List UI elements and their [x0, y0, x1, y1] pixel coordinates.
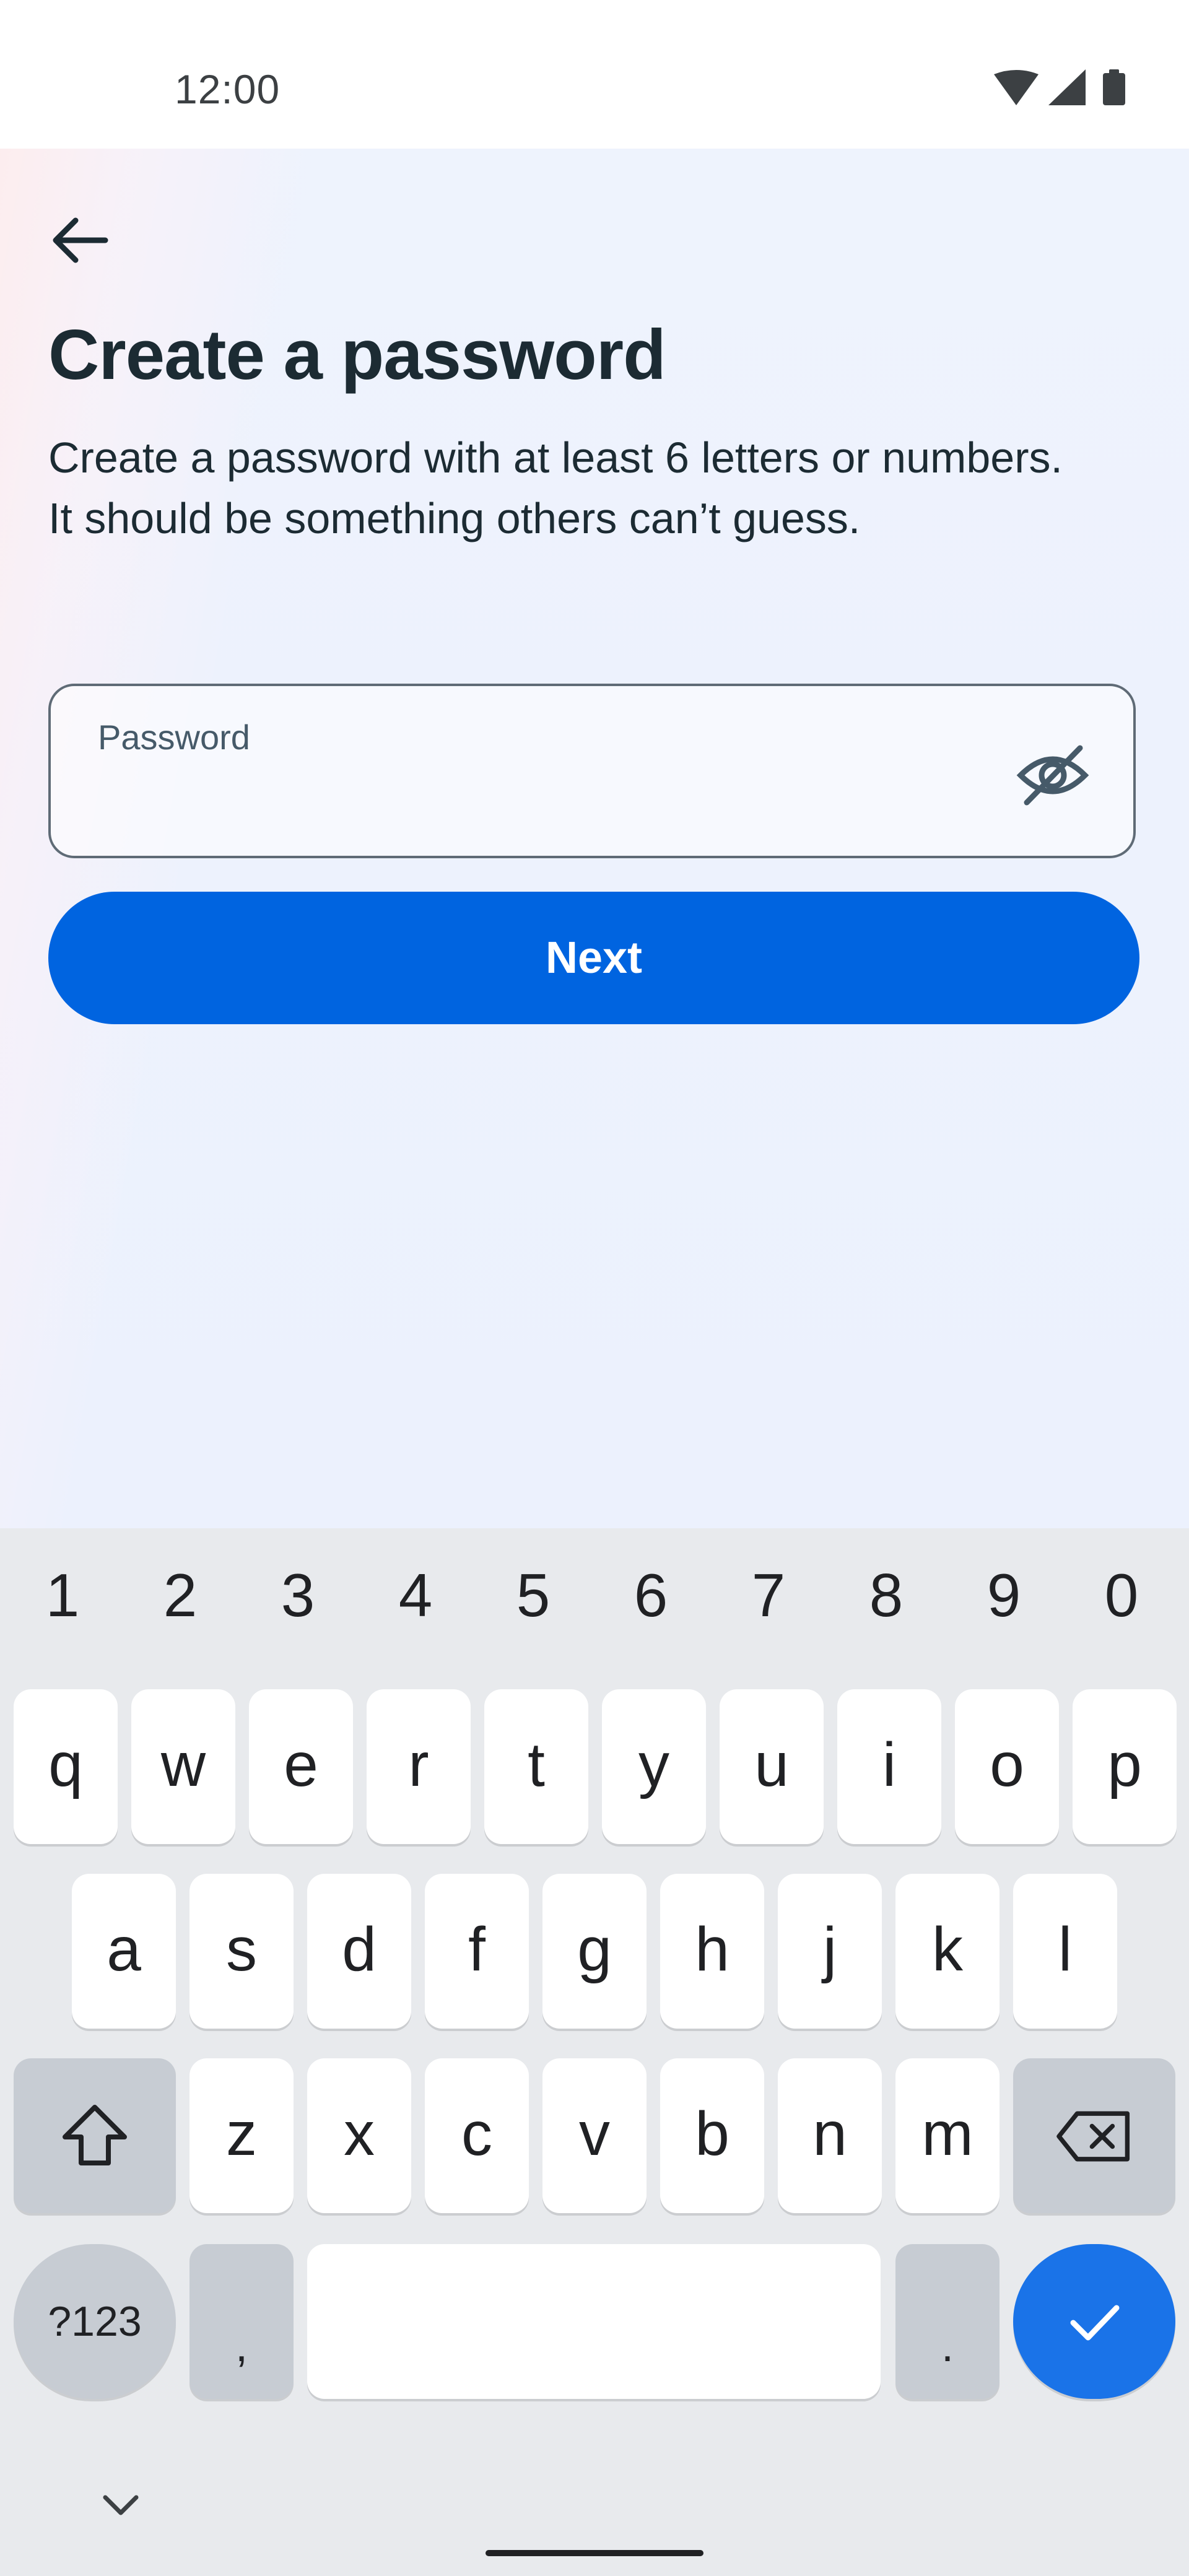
key-w[interactable]: w	[131, 1689, 235, 1844]
key-e[interactable]: e	[249, 1689, 353, 1844]
key-k[interactable]: k	[895, 1874, 1000, 2029]
key-l[interactable]: l	[1013, 1874, 1117, 2029]
key-m[interactable]: m	[895, 2058, 1000, 2213]
key-n[interactable]: n	[778, 2058, 882, 2213]
key-t[interactable]: t	[484, 1689, 588, 1844]
keyboard: 1 2 3 4 5 6 7 8 9 0 q w e r t y u i o p …	[0, 1528, 1189, 2576]
page-title: Create a password	[48, 316, 666, 394]
key-0[interactable]: 0	[1063, 1560, 1180, 1630]
key-x[interactable]: x	[307, 2058, 411, 2213]
comma-key[interactable]: ,	[189, 2244, 294, 2399]
key-7[interactable]: 7	[710, 1560, 827, 1630]
next-button[interactable]: Next	[48, 892, 1139, 1024]
app-content: Create a password Create a password with…	[0, 149, 1189, 1528]
symbols-key[interactable]: ?123	[14, 2244, 176, 2399]
key-8[interactable]: 8	[827, 1560, 945, 1630]
key-6[interactable]: 6	[592, 1560, 710, 1630]
backspace-icon	[1056, 2111, 1130, 2162]
key-p[interactable]: p	[1073, 1689, 1177, 1844]
status-icons	[994, 69, 1125, 105]
key-a[interactable]: a	[72, 1874, 176, 2029]
arrow-left-icon[interactable]	[43, 203, 118, 277]
signal-icon	[1048, 69, 1086, 105]
key-d[interactable]: d	[307, 1874, 411, 2029]
key-9[interactable]: 9	[945, 1560, 1063, 1630]
key-4[interactable]: 4	[357, 1560, 474, 1630]
key-s[interactable]: s	[189, 1874, 294, 2029]
check-icon	[1070, 2305, 1120, 2341]
key-o[interactable]: o	[955, 1689, 1059, 1844]
key-i[interactable]: i	[837, 1689, 941, 1844]
backspace-key[interactable]	[1013, 2058, 1175, 2213]
password-field[interactable]: Password	[48, 684, 1136, 858]
status-time: 12:00	[175, 66, 281, 112]
key-u[interactable]: u	[720, 1689, 824, 1844]
key-y[interactable]: y	[602, 1689, 706, 1844]
status-bar: 12:00	[0, 0, 1189, 149]
key-q[interactable]: q	[14, 1689, 118, 1844]
key-3[interactable]: 3	[239, 1560, 357, 1630]
key-v[interactable]: v	[542, 2058, 647, 2213]
key-5[interactable]: 5	[474, 1560, 592, 1630]
key-g[interactable]: g	[542, 1874, 647, 2029]
space-key[interactable]	[307, 2244, 881, 2399]
key-r[interactable]: r	[367, 1689, 471, 1844]
password-input[interactable]	[98, 767, 967, 824]
navigation-handle[interactable]	[486, 2550, 703, 2556]
key-c[interactable]: c	[425, 2058, 529, 2213]
eye-off-icon[interactable]	[1016, 741, 1090, 809]
key-h[interactable]: h	[660, 1874, 764, 2029]
key-f[interactable]: f	[425, 1874, 529, 2029]
shift-key[interactable]	[14, 2058, 176, 2213]
key-1[interactable]: 1	[4, 1560, 121, 1630]
battery-icon	[1103, 69, 1125, 105]
page-description: Create a password with at least 6 letter…	[48, 433, 1063, 542]
key-j[interactable]: j	[778, 1874, 882, 2029]
wifi-icon	[994, 70, 1039, 105]
chevron-down-icon[interactable]	[99, 2491, 142, 2519]
key-z[interactable]: z	[189, 2058, 294, 2213]
key-b[interactable]: b	[660, 2058, 764, 2213]
key-2[interactable]: 2	[121, 1560, 239, 1630]
password-label: Password	[98, 718, 250, 757]
shift-icon	[63, 2105, 127, 2165]
period-key[interactable]: .	[895, 2244, 1000, 2399]
enter-key[interactable]	[1013, 2244, 1175, 2399]
